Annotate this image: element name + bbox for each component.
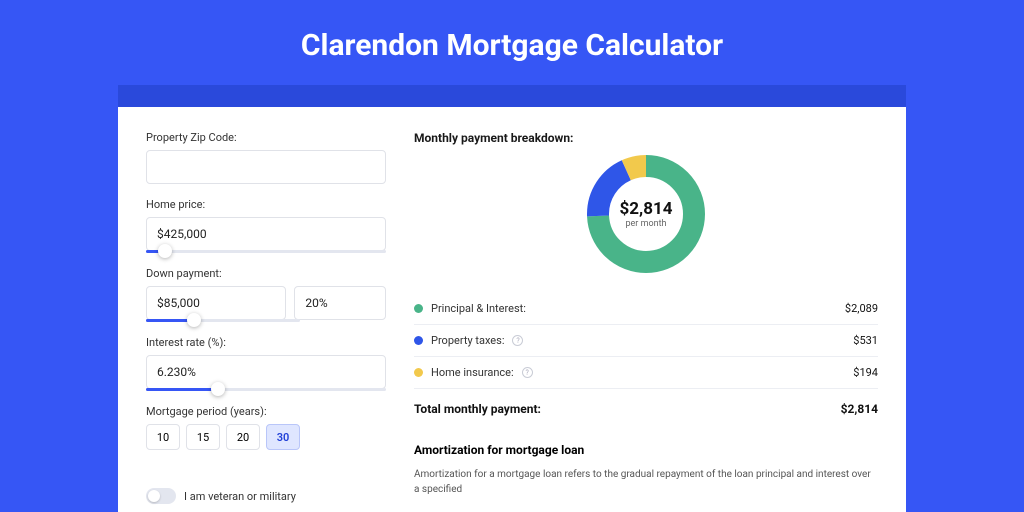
veteran-toggle[interactable]	[146, 488, 176, 504]
home-price-label: Home price:	[146, 198, 386, 211]
donut-chart: $2,814 per month	[414, 153, 878, 275]
veteran-row: I am veteran or military	[146, 488, 386, 504]
home-price-field: Home price:	[146, 198, 386, 253]
interest-input[interactable]	[146, 355, 386, 389]
period-label: Mortgage period (years):	[146, 405, 386, 418]
calculator-card: Property Zip Code: Home price: Down paym…	[118, 107, 906, 512]
header-banner	[118, 85, 906, 107]
slider-thumb[interactable]	[187, 313, 201, 327]
down-payment-slider[interactable]	[146, 319, 300, 322]
form-panel: Property Zip Code: Home price: Down paym…	[146, 131, 386, 512]
breakdown-label: Home insurance:	[431, 366, 514, 379]
breakdown-value: $194	[853, 366, 878, 379]
legend-dot	[414, 304, 423, 313]
period-button-15[interactable]: 15	[186, 424, 220, 450]
breakdown-heading: Monthly payment breakdown:	[414, 131, 878, 145]
slider-thumb[interactable]	[158, 244, 172, 258]
interest-field: Interest rate (%):	[146, 336, 386, 391]
breakdown-value: $531	[853, 334, 878, 347]
interest-label: Interest rate (%):	[146, 336, 386, 349]
period-button-20[interactable]: 20	[226, 424, 260, 450]
breakdown-row: Principal & Interest: $2,089	[414, 293, 878, 325]
total-label: Total monthly payment:	[414, 402, 541, 416]
total-value: $2,814	[841, 402, 878, 416]
home-price-slider[interactable]	[146, 250, 386, 253]
breakdown-panel: Monthly payment breakdown: $2,814 per mo…	[414, 131, 878, 512]
down-payment-field: Down payment:	[146, 267, 386, 322]
period-field: Mortgage period (years): 10152030	[146, 405, 386, 450]
slider-thumb[interactable]	[211, 382, 225, 396]
amortization-text: Amortization for a mortgage loan refers …	[414, 467, 878, 497]
breakdown-label: Principal & Interest:	[431, 302, 526, 315]
interest-slider[interactable]	[146, 388, 386, 391]
period-button-10[interactable]: 10	[146, 424, 180, 450]
legend-dot	[414, 336, 423, 345]
zip-input[interactable]	[146, 150, 386, 184]
info-icon[interactable]: ?	[512, 335, 523, 346]
page-title: Clarendon Mortgage Calculator	[301, 28, 723, 63]
breakdown-row: Home insurance:? $194	[414, 357, 878, 389]
period-button-30[interactable]: 30	[266, 424, 300, 450]
info-icon[interactable]: ?	[522, 367, 533, 378]
down-payment-label: Down payment:	[146, 267, 386, 280]
breakdown-value: $2,089	[845, 302, 878, 315]
total-row: Total monthly payment: $2,814	[414, 389, 878, 429]
breakdown-row: Property taxes:? $531	[414, 325, 878, 357]
amortization-heading: Amortization for mortgage loan	[414, 443, 878, 457]
down-payment-pct-input[interactable]	[294, 286, 386, 320]
amortization-section: Amortization for mortgage loan Amortizat…	[414, 443, 878, 497]
donut-amount: $2,814	[620, 199, 673, 219]
down-payment-amount-input[interactable]	[146, 286, 286, 320]
zip-label: Property Zip Code:	[146, 131, 386, 144]
veteran-label: I am veteran or military	[184, 490, 296, 503]
home-price-input[interactable]	[146, 217, 386, 251]
breakdown-label: Property taxes:	[431, 334, 504, 347]
legend-dot	[414, 368, 423, 377]
zip-field: Property Zip Code:	[146, 131, 386, 184]
donut-subtext: per month	[625, 219, 666, 229]
